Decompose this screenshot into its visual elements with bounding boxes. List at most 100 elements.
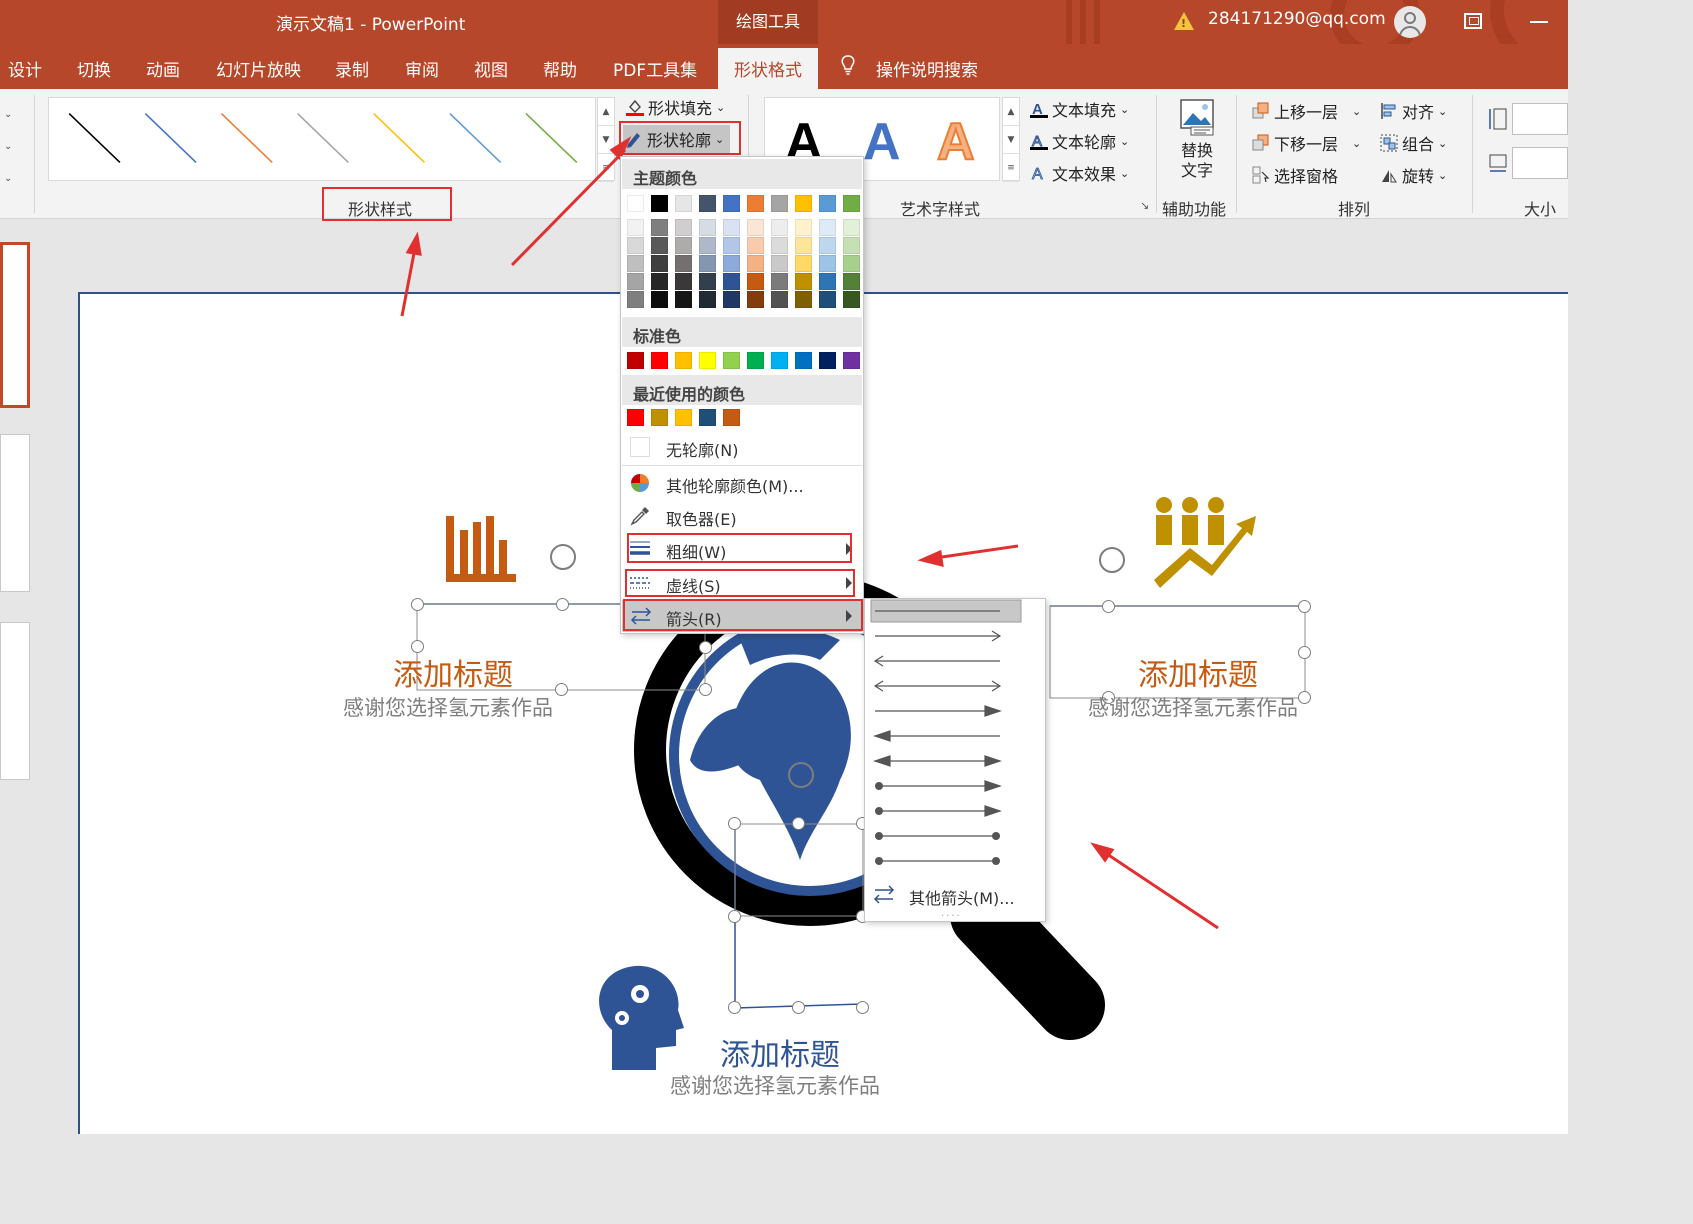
line-style-option[interactable] (449, 113, 502, 163)
color-swatch[interactable] (771, 291, 788, 308)
selection-pane-button[interactable]: 选择窗格 (1252, 163, 1338, 187)
color-swatch[interactable] (747, 352, 764, 369)
tab-slideshow[interactable]: 幻灯片放映 (216, 56, 301, 81)
line-style-option[interactable] (525, 113, 578, 163)
group-button[interactable]: 组合 ⌄ (1380, 131, 1447, 155)
color-swatch[interactable] (675, 195, 692, 212)
tab-shape-format[interactable]: 形状格式 (718, 48, 818, 89)
line-style-option[interactable] (297, 113, 349, 163)
color-swatch[interactable] (651, 291, 668, 308)
color-swatch[interactable] (699, 237, 716, 254)
color-swatch[interactable] (747, 273, 764, 290)
color-swatch[interactable] (723, 195, 740, 212)
color-swatch[interactable] (723, 255, 740, 272)
color-swatch[interactable] (747, 219, 764, 236)
color-swatch[interactable] (843, 237, 860, 254)
resize-handle[interactable] (699, 683, 712, 696)
color-swatch[interactable] (675, 409, 692, 426)
line-style-option[interactable] (373, 113, 426, 163)
tab-view[interactable]: 视图 (474, 56, 508, 81)
color-swatch[interactable] (771, 219, 788, 236)
color-swatch[interactable] (675, 273, 692, 290)
resize-grip-icon[interactable]: ···· (941, 911, 962, 922)
color-swatch[interactable] (795, 255, 812, 272)
text-fill-button[interactable]: A 文本填充 ⌄ (1030, 97, 1129, 121)
arrow-style-option[interactable] (875, 857, 1000, 865)
color-swatch[interactable] (795, 219, 812, 236)
tab-animations[interactable]: 动画 (146, 56, 180, 81)
color-swatch[interactable] (627, 237, 644, 254)
arrow-style-option[interactable] (873, 680, 1002, 692)
line-style-option[interactable] (68, 113, 121, 163)
color-swatch[interactable] (627, 255, 644, 272)
color-swatch[interactable] (747, 237, 764, 254)
color-swatch[interactable] (651, 255, 668, 272)
color-swatch[interactable] (675, 237, 692, 254)
color-swatch[interactable] (651, 273, 668, 290)
resize-handle[interactable] (792, 817, 805, 830)
color-swatch[interactable] (675, 255, 692, 272)
tab-transitions[interactable]: 切换 (77, 56, 111, 81)
scroll-up-icon[interactable]: ▲ (1003, 98, 1019, 126)
color-swatch[interactable] (771, 273, 788, 290)
shape-style-gallery[interactable] (48, 97, 596, 181)
arrow-style-option[interactable] (875, 630, 1002, 642)
resize-handle[interactable] (728, 910, 741, 923)
bottom-title[interactable]: 添加标题 (720, 1030, 840, 1074)
wordart-style-orange[interactable]: A (936, 112, 976, 172)
more-arrows-item[interactable]: 其他箭头(M)... (909, 885, 1015, 909)
color-swatch[interactable] (675, 291, 692, 308)
color-swatch[interactable] (699, 273, 716, 290)
color-swatch[interactable] (675, 219, 692, 236)
scroll-up-icon[interactable]: ▲ (598, 98, 614, 126)
arrow-style-option[interactable] (875, 705, 1002, 717)
color-swatch[interactable] (651, 237, 668, 254)
align-button[interactable]: 对齐 ⌄ (1380, 99, 1447, 123)
color-swatch[interactable] (675, 352, 692, 369)
resize-handle[interactable] (1298, 600, 1311, 613)
arrow-style-option[interactable] (875, 780, 1002, 792)
no-outline-item[interactable]: 无轮廓(N) (622, 431, 862, 463)
arrow-style-option[interactable] (875, 832, 1000, 840)
account-name[interactable]: 284171290@qq.com (1208, 9, 1386, 29)
color-swatch[interactable] (723, 219, 740, 236)
arrow-style-option[interactable] (875, 805, 1002, 817)
resize-handle[interactable] (728, 1001, 741, 1014)
resize-handle[interactable] (699, 641, 712, 654)
color-swatch[interactable] (843, 273, 860, 290)
ribbon-display-options-icon[interactable] (1464, 13, 1482, 29)
scroll-down-icon[interactable]: ▼ (598, 126, 614, 154)
color-swatch[interactable] (819, 255, 836, 272)
color-swatch[interactable] (843, 291, 860, 308)
color-swatch[interactable] (843, 195, 860, 212)
wordart-style-blue[interactable]: A (863, 112, 901, 172)
color-swatch[interactable] (819, 219, 836, 236)
color-swatch[interactable] (723, 352, 740, 369)
gallery-scroll[interactable]: ▲ ▼ ≡ (597, 97, 615, 182)
color-swatch[interactable] (651, 352, 668, 369)
color-swatch[interactable] (627, 273, 644, 290)
resize-handle[interactable] (1102, 600, 1115, 613)
color-swatch[interactable] (651, 409, 668, 426)
color-swatch[interactable] (699, 255, 716, 272)
color-swatch[interactable] (819, 195, 836, 212)
tab-pdf-tools[interactable]: PDF工具集 (613, 56, 697, 81)
slide-thumbnail[interactable] (0, 622, 30, 780)
resize-handle[interactable] (1298, 691, 1311, 704)
arrow-style-option[interactable] (873, 755, 1002, 767)
tab-review[interactable]: 审阅 (405, 56, 439, 81)
color-swatch[interactable] (699, 195, 716, 212)
minimize-icon[interactable] (1530, 21, 1548, 23)
color-swatch[interactable] (723, 409, 740, 426)
resize-handle[interactable] (728, 817, 741, 830)
arrow-style-option[interactable] (873, 730, 1000, 742)
warning-icon[interactable]: ! (1174, 12, 1194, 30)
color-swatch[interactable] (747, 291, 764, 308)
arrow-style-option[interactable] (870, 599, 1022, 623)
send-backward-button[interactable]: 下移一层 ⌄ (1252, 131, 1361, 155)
shape-height-input[interactable] (1512, 103, 1568, 135)
color-swatch[interactable] (699, 219, 716, 236)
color-swatch[interactable] (699, 291, 716, 308)
gallery-more-icon[interactable]: ≡ (1003, 154, 1019, 182)
color-swatch[interactable] (627, 195, 644, 212)
